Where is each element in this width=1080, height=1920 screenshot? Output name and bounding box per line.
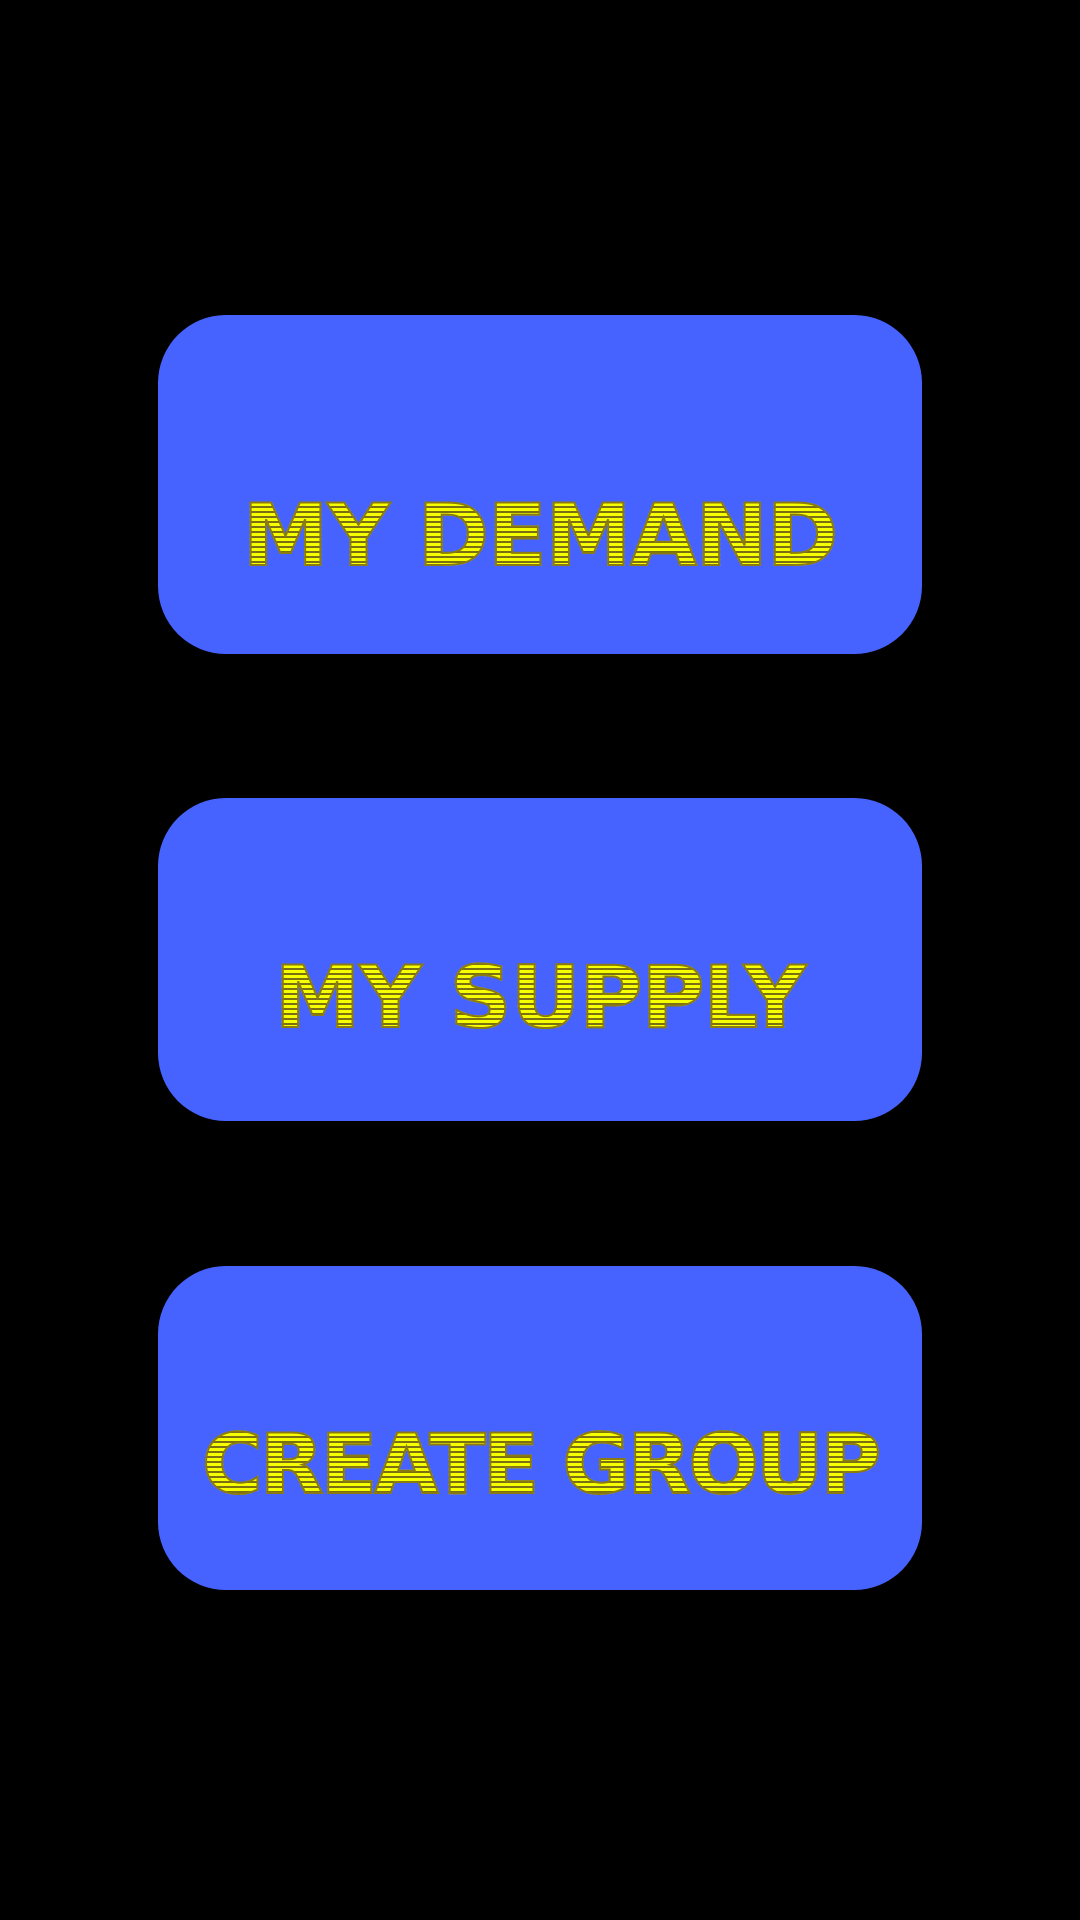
my-demand-label: MY DEMAND <box>158 492 922 580</box>
create-group-label: CREATE GROUP <box>158 1422 922 1507</box>
my-demand-button[interactable]: MY DEMAND <box>158 315 922 654</box>
create-group-button[interactable]: CREATE GROUP <box>158 1266 922 1590</box>
my-supply-label: MY SUPPLY <box>158 954 922 1042</box>
menu-screen: MY DEMAND MY SUPPLY CREATE GROUP <box>0 0 1080 1920</box>
my-supply-button[interactable]: MY SUPPLY <box>158 798 922 1121</box>
